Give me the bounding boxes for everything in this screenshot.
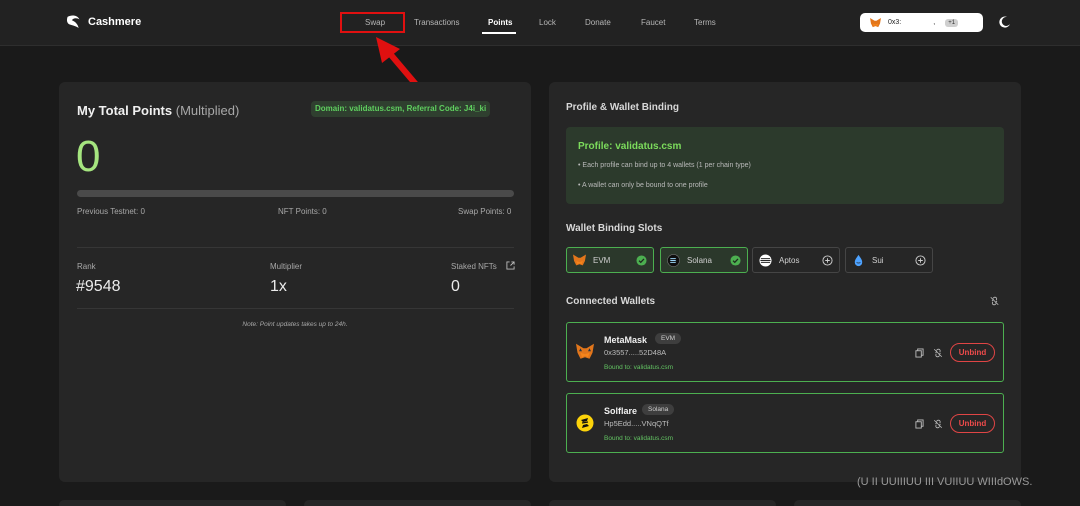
moon-icon[interactable] xyxy=(999,16,1011,28)
divider xyxy=(77,308,514,309)
connected-wallets-title: Connected Wallets xyxy=(566,296,656,307)
profile-rule: • Each profile can bind up to 4 wallets … xyxy=(578,162,751,169)
profile-rule: • A wallet can only be bound to one prof… xyxy=(578,182,708,189)
wallet-name: MetaMask xyxy=(604,335,648,345)
app-logo[interactable]: Cashmere xyxy=(65,13,141,31)
points-progress-bar xyxy=(77,190,514,197)
swap-annotation-box xyxy=(340,12,405,33)
plus-circle-icon xyxy=(915,255,926,266)
metamask-fox-icon xyxy=(573,254,586,265)
multiplier-value: 1x xyxy=(270,278,287,295)
wallet-connect-button[interactable]: 0x3: , +1 xyxy=(860,13,983,32)
solana-icon xyxy=(667,253,680,267)
staked-nfts-label: Staked NFTs xyxy=(451,262,497,271)
nav-points[interactable]: Points xyxy=(488,18,512,27)
unlink-icon[interactable] xyxy=(933,348,943,358)
nav-donate[interactable]: Donate xyxy=(585,18,611,27)
binding-slots-title: Wallet Binding Slots xyxy=(566,223,663,234)
unbind-button[interactable]: Unbind xyxy=(950,343,995,362)
active-nav-indicator xyxy=(482,32,516,34)
chain-tag: Solana xyxy=(642,404,675,415)
app-name: Cashmere xyxy=(88,16,142,28)
profile-info-box: Profile: validatus.csm • Each profile ca… xyxy=(566,127,1004,204)
copy-icon[interactable] xyxy=(915,348,924,358)
wallet-address: Hp5Edd.....VNqQTf xyxy=(604,419,669,428)
nav-faucet[interactable]: Faucet xyxy=(641,18,665,27)
slot-label: EVM xyxy=(593,255,611,265)
wallet-address: 0x3557.....52D48A xyxy=(604,348,667,357)
staked-nfts-value: 0 xyxy=(451,278,460,295)
nav-terms[interactable]: Terms xyxy=(694,18,716,27)
wallet-name: Solflare xyxy=(604,406,638,416)
plus-circle-icon xyxy=(822,255,833,266)
slot-aptos[interactable]: Aptos xyxy=(752,247,840,273)
divider xyxy=(77,247,514,248)
wallet-count-badge: +1 xyxy=(945,18,959,27)
external-link-icon[interactable] xyxy=(506,261,515,270)
metamask-fox-icon xyxy=(870,17,881,27)
points-title-main: My Total Points xyxy=(77,103,173,118)
wallet-bound-to: Bound to: validatus.csm xyxy=(604,364,674,371)
rank-label: Rank xyxy=(77,262,96,271)
profile-binding-title: Profile & Wallet Binding xyxy=(566,102,679,113)
wallet-card-solflare: Solflare Solana Hp5Edd.....VNqQTf Bound … xyxy=(566,393,1004,453)
domain-referral-badge[interactable]: Domain: validatus.csm, Referral Code: J4… xyxy=(311,101,491,117)
multiplier-label: Multiplier xyxy=(270,262,303,271)
chain-tag: EVM xyxy=(655,333,682,344)
os-activation-text: (U II UUIIIUU III VUIIUU WIIIdOWS. xyxy=(857,476,1033,488)
points-update-note: Note: Point updates takes up to 24h. xyxy=(242,321,348,328)
slot-sui[interactable]: Sui xyxy=(845,247,933,273)
check-circle-icon xyxy=(730,255,741,266)
profile-binding-card: Profile & Wallet Binding Profile: valida… xyxy=(549,82,1021,482)
copy-icon[interactable] xyxy=(915,419,924,429)
top-header: Cashmere Swap Transactions Points Lock D… xyxy=(0,0,1080,46)
wallet-card-metamask: MetaMask EVM 0x3557.....52D48A Bound to:… xyxy=(566,322,1004,382)
nav-transactions[interactable]: Transactions xyxy=(414,18,460,27)
previous-testnet-stat: Previous Testnet: 0 xyxy=(77,207,145,216)
unlink-icon[interactable] xyxy=(989,296,1000,306)
sui-icon xyxy=(854,254,863,266)
total-points-value: 0 xyxy=(76,132,101,181)
cashmere-logo-icon xyxy=(66,15,80,28)
bottom-card xyxy=(549,500,776,506)
nav-lock[interactable]: Lock xyxy=(539,18,556,27)
rank-value: #9548 xyxy=(76,278,121,295)
slot-solana[interactable]: Solana xyxy=(660,247,748,273)
slot-label: Sui xyxy=(872,255,884,265)
slot-label: Solana xyxy=(687,255,712,265)
check-circle-icon xyxy=(636,255,647,266)
aptos-icon xyxy=(759,253,772,267)
bottom-card xyxy=(794,500,1021,506)
wallet-separator: , xyxy=(933,19,936,26)
metamask-fox-icon xyxy=(576,343,594,359)
points-title: My Total Points (Multiplied) xyxy=(77,103,239,118)
bottom-card xyxy=(304,500,531,506)
solflare-icon xyxy=(576,414,594,432)
wallet-bound-to: Bound to: validatus.csm xyxy=(604,435,674,442)
slot-label: Aptos xyxy=(779,255,800,265)
bottom-card xyxy=(59,500,286,506)
nft-points-stat: NFT Points: 0 xyxy=(278,207,327,216)
slot-evm[interactable]: EVM xyxy=(566,247,654,273)
points-card: My Total Points (Multiplied) Domain: val… xyxy=(59,82,531,482)
profile-name: Profile: validatus.csm xyxy=(578,141,682,152)
points-title-suffix: (Multiplied) xyxy=(175,103,240,118)
wallet-address: 0x3: xyxy=(888,19,902,26)
unbind-button[interactable]: Unbind xyxy=(950,414,995,433)
unlink-icon[interactable] xyxy=(933,419,943,429)
swap-points-stat: Swap Points: 0 xyxy=(458,207,512,216)
